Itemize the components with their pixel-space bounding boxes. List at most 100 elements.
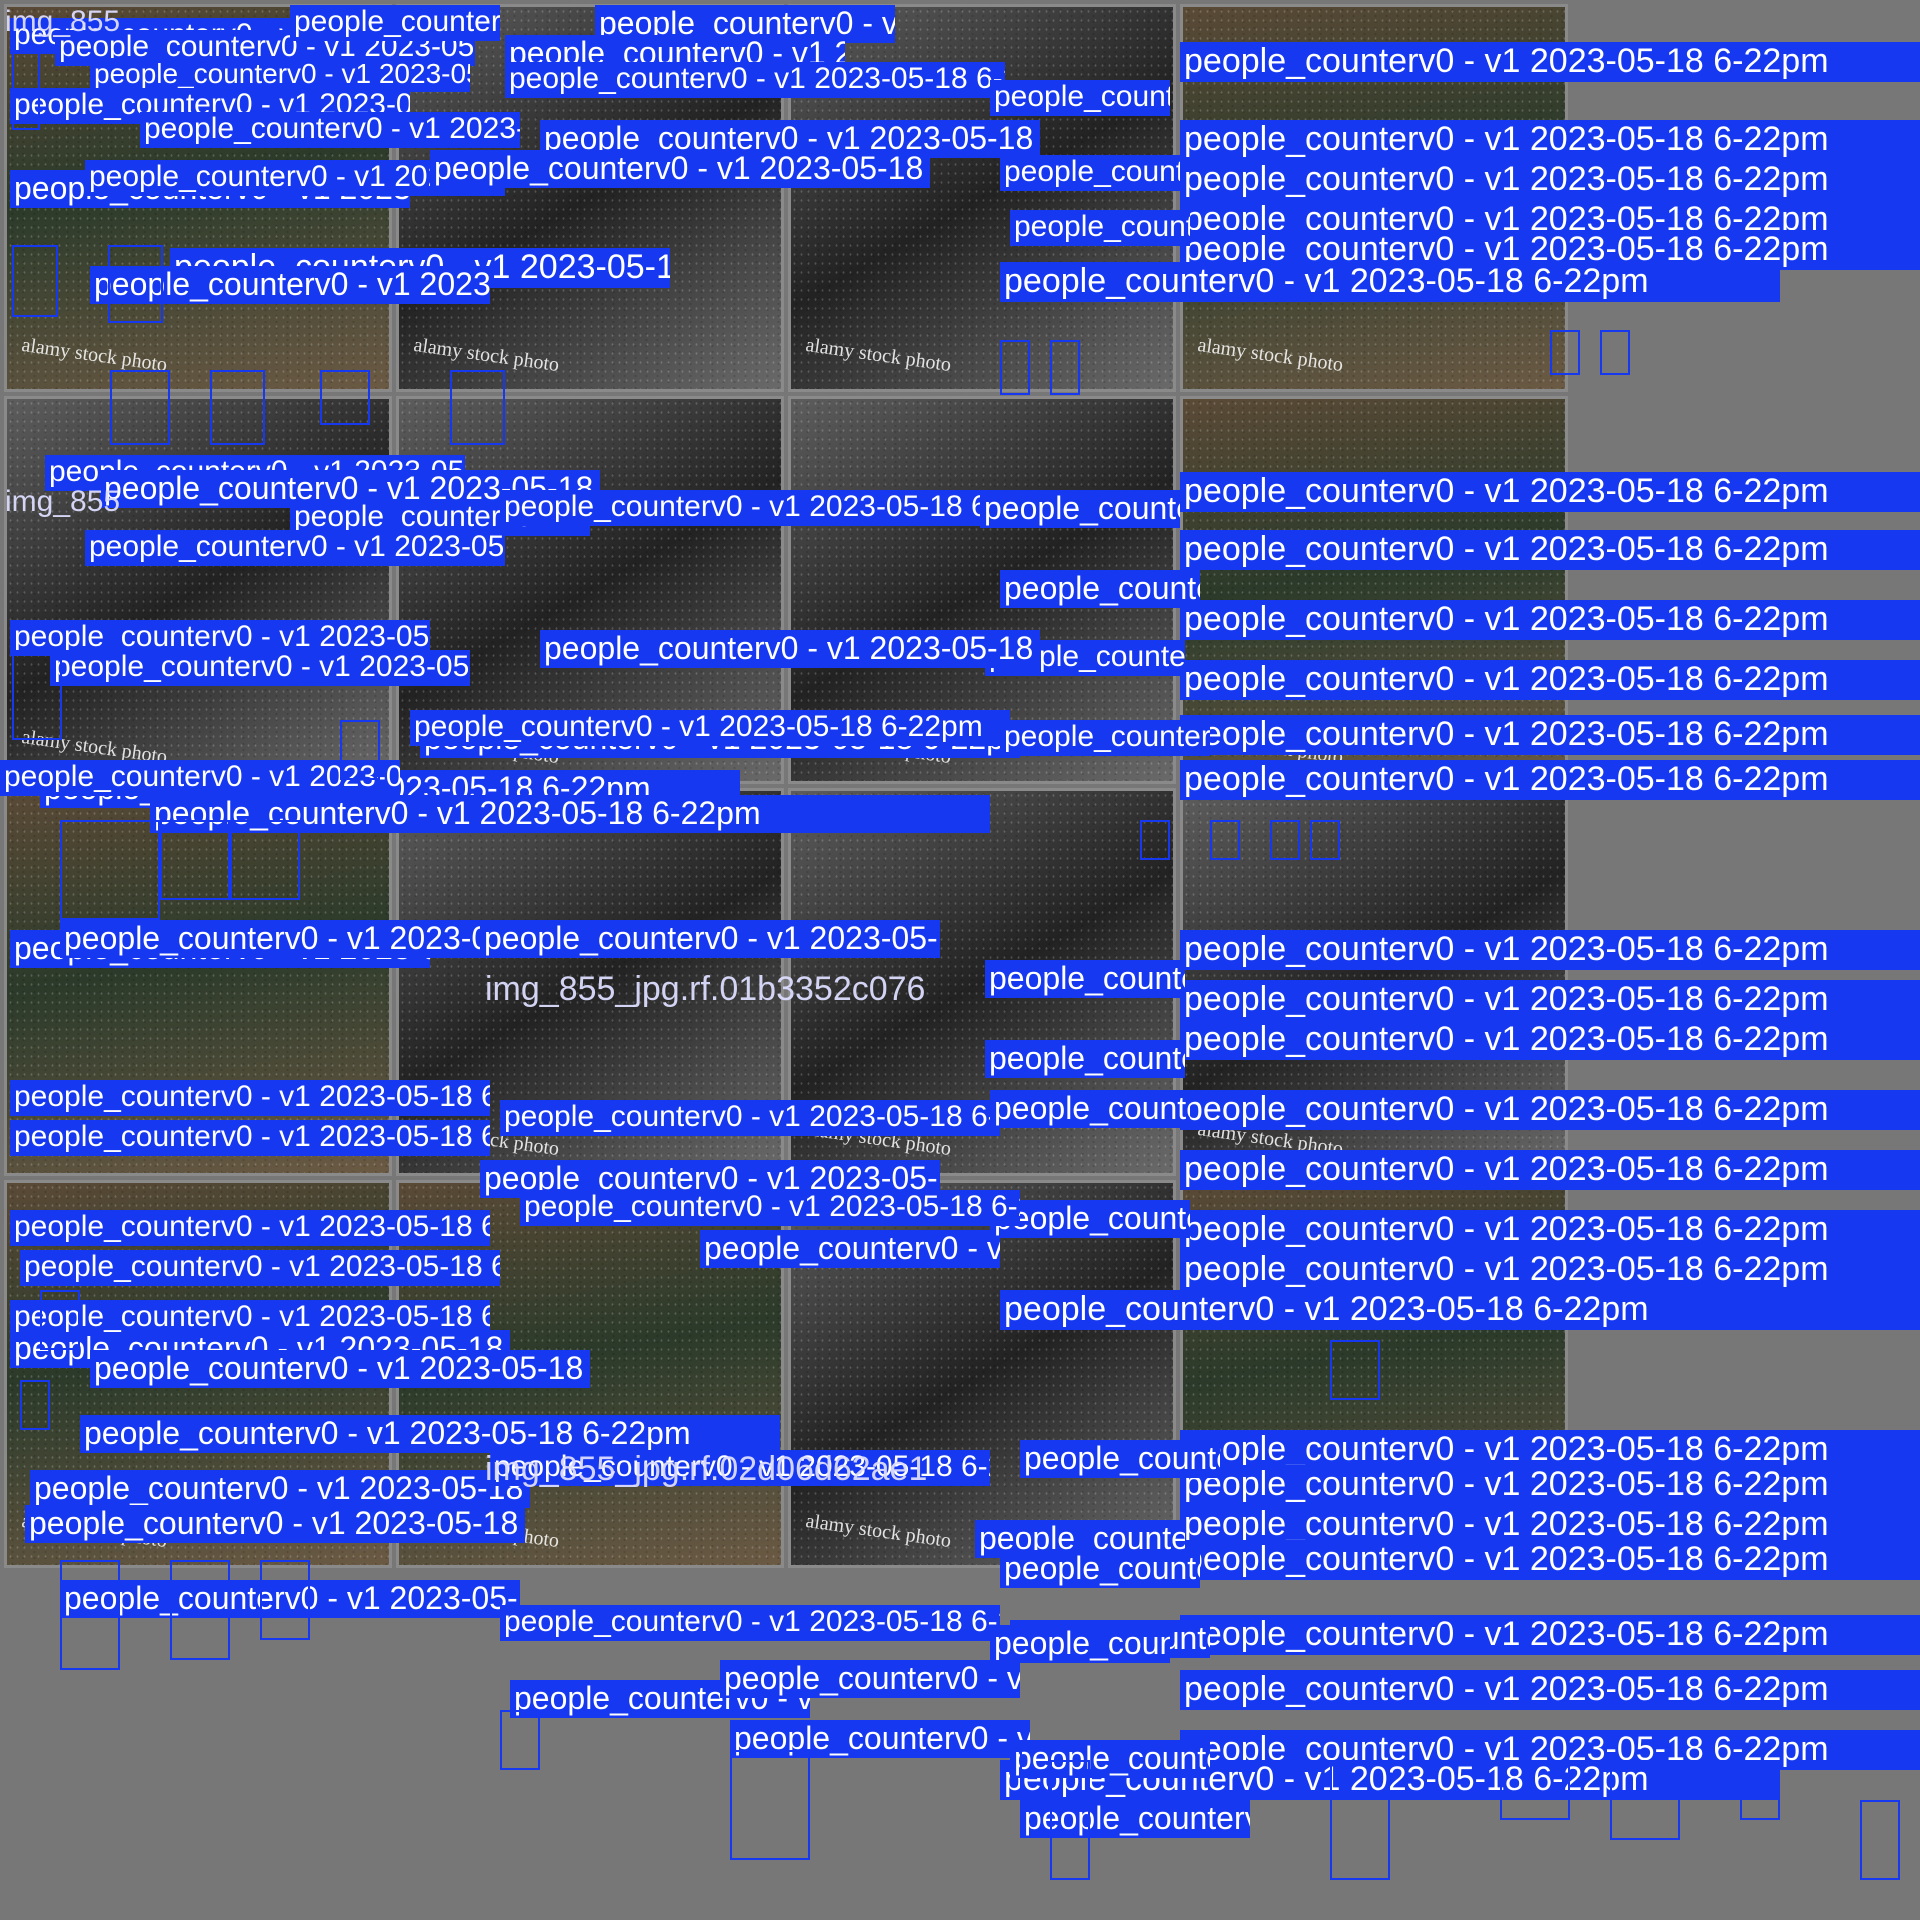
detection-label: people_counterv0 - v1 2023-05-18 6-22pm [25, 1505, 525, 1543]
bounding-box [500, 1710, 540, 1770]
detection-label: people_counterv0 - v1 2023-05-18 6-22pm [1180, 1505, 1920, 1545]
bounding-box [730, 1750, 810, 1860]
detection-label: people_counterv0 - v1 2023-05-18 6-22pm [1180, 1020, 1920, 1060]
detection-label: people_counterv0 - v1 2023-05-18 6-22pm [80, 1415, 780, 1453]
detection-label: people_counterv0 - v1 2023-05-18 6-22pm [1180, 715, 1920, 755]
detection-label: people_counterv0 - v1 2023-05-18 6-22pm [990, 1090, 1190, 1128]
detection-label: people_counterv0 - v1 2023-05-18 6-22pm [1000, 262, 1780, 302]
detection-label: people_counterv0 - v1 2023-05-18 6-22pm [10, 1120, 490, 1156]
detection-label: people_counterv0 - v1 2023-05-18 6-22pm [90, 1350, 590, 1388]
bounding-box [1020, 1740, 1050, 1800]
detection-label: people_counterv0 - v1 2023-05-18 6-22pm [50, 650, 470, 686]
bounding-box [170, 1560, 230, 1660]
detection-label: people_counterv0 - v1 2023-05-18 6-22pm [500, 1605, 1000, 1641]
image-filename: img_855_jpg.rf.01b3352c076 [485, 970, 926, 1008]
image-filename: img_855_jpg.rf.02d06d62ae1 [485, 1450, 928, 1488]
detection-label: people_counterv0 - v1 2023-05-18 6-22pm [990, 1625, 1170, 1663]
detection-label: people_counterv0 - v1 2023-05-18 6-22pm [500, 1100, 1000, 1136]
detection-label: people_counterv0 - v1 2023-05-18 6-22pm [140, 112, 520, 148]
detection-label: people_counterv0 - v1 2023-05-18 6-22pm [505, 62, 1005, 98]
bounding-box [12, 650, 62, 740]
detection-label: people_counterv0 - v1 2023-05-18 6-22pm [10, 1080, 490, 1116]
detection-label: people_counterv0 - v1 2023-05-18 6-22pm [430, 150, 930, 188]
detection-label: people_counterv0 - v1 2023-05-18 6-22pm [500, 490, 1000, 526]
bounding-box [12, 50, 40, 130]
detection-label: people_counterv0 - v1 2023-05-18 6-22pm [1180, 1465, 1920, 1505]
bounding-box [60, 1560, 120, 1670]
bounding-box [450, 370, 505, 445]
bounding-box [320, 370, 370, 425]
detection-label: people_counterv0 - v1 2023-05-18 6-22pm [1000, 720, 1210, 756]
detection-label: people_counterv0 - v1 2023-05-18 6-22pm [1000, 1290, 1920, 1330]
detection-label: people_counterv0 - v1 2023-05-18 6-22pm [980, 490, 1180, 528]
detection-label: people_counterv0 - v1 2023-05-18 6-22pm [1180, 1250, 1920, 1290]
bounding-box [1550, 330, 1580, 375]
detection-label: people_counterv0 - v1 2023-05-18 6-22pm [990, 80, 1170, 116]
bounding-box [1140, 820, 1170, 860]
detection-label: people_counterv0 - v1 2023-05-18 6-22pm [1180, 600, 1920, 640]
detection-label: people_counterv0 - v1 2023-05-18 6-22pm [1180, 1430, 1920, 1470]
bounding-box [1330, 1760, 1390, 1880]
bounding-box [1600, 330, 1630, 375]
detection-label: people_counterv0 - v1 2023-05-18 6-22pm [1180, 530, 1920, 570]
bounding-box [40, 1290, 80, 1350]
bounding-box [1860, 1800, 1900, 1880]
detection-label: people_counterv0 - v1 2023-05-18 6-22pm [60, 920, 540, 958]
bounding-box [1050, 340, 1080, 395]
detection-label: people_counterv0 - v1 2023-05-18 6-22pm [1000, 155, 1180, 191]
detection-label: people_counterv0 - v1 2023-05-18 6-22pm [30, 1470, 530, 1508]
detection-label: people_counterv0 - v1 2023-05-18 6-22pm [540, 630, 1040, 668]
detection-label: people_counterv0 - v1 2023-05-18 6-22pm [985, 1040, 1185, 1078]
bounding-box [210, 370, 265, 445]
detection-label: people_counterv0 - v1 2023-05-18 6-22pm [1180, 1150, 1920, 1190]
detection-label: people_counterv0 - v1 2023-05-18 6-22pm [20, 1250, 500, 1286]
bounding-box [260, 1560, 310, 1640]
detection-label: people_counterv0 - v1 2023-05-18 6-22pm [1180, 980, 1920, 1020]
detection-label: people_counterv0 - v1 2023-05-18 6-22pm [10, 1300, 490, 1336]
detection-label: people_counterv0 - v1 2023-05-18 6-22pm [290, 5, 500, 41]
bounding-box [1210, 820, 1240, 860]
detection-label: people_counterv0 - v1 2023-05-18 6-22pm [480, 920, 940, 958]
detection-label: people_counterv0 - v1 2023-05-18 6-22pm [985, 960, 1185, 998]
bounding-box [60, 820, 160, 920]
detection-label: people_counterv0 - v1 2023-05-18 6-22pm [1180, 472, 1920, 512]
detection-label: people_counterv0 - v1 2023-05-18 6-22pm [1180, 42, 1920, 82]
image-filename: img_855 [5, 485, 121, 518]
bounding-box [1050, 1760, 1090, 1880]
detection-label: people_counterv0 - v1 2023-05-18 6-22pm [85, 530, 505, 566]
detection-label: people_counterv0 - v1 2023-05-18 6-22pm [1010, 210, 1190, 246]
detection-label: people_counterv0 - v1 2023-05-18 6-22pm [1180, 160, 1920, 200]
detection-label: people_counterv0 - v1 2023-05-18 6-22pm [1180, 1540, 1920, 1580]
bounding-box [160, 820, 230, 900]
detection-label: people_counterv0 - v1 2023-05-18 6-22pm [1180, 120, 1920, 160]
bounding-box [1500, 1760, 1570, 1820]
detection-label: people_counterv0 - v1 2023-05-18 6-22pm [1180, 930, 1920, 970]
detection-label: people_counterv0 - v1 2023-05-18 6-22pm [700, 1230, 1000, 1268]
image-filename: img_855 [5, 5, 121, 38]
bounding-box [1270, 820, 1300, 860]
bounding-box [108, 245, 163, 323]
bounding-box [1310, 820, 1340, 860]
detection-label: people_counterv0 - v1 2023-05-18 6-22pm [1180, 1670, 1920, 1710]
detection-label: people_counterv0 - v1 2023-05-18 6-22pm [1000, 1550, 1200, 1588]
bounding-box [1610, 1760, 1680, 1840]
bounding-box [20, 1380, 50, 1430]
detection-label: people_counterv0 - v1 2023-05-18 6-22pm [90, 58, 470, 92]
detection-label: people_counterv0 - v1 2023-05-18 6-22pm [1180, 1615, 1920, 1655]
bounding-box [110, 370, 170, 445]
detection-label: people_counterv0 - v1 2023-05-18 6-22pm [1180, 760, 1920, 800]
detection-label: people_counterv0 - v1 2023-05-18 6-22pm [1180, 1090, 1920, 1130]
detection-label: people_counterv0 - v1 2023-05-18 6-22pm [1020, 1440, 1220, 1478]
bounding-box [230, 820, 300, 900]
detection-label: people_counterv0 - v1 2023-05-18 6-22pm [1000, 570, 1200, 608]
bounding-box [340, 720, 380, 780]
bounding-box [1740, 1760, 1780, 1820]
bounding-box [1000, 340, 1030, 395]
detection-label: people_counterv0 - v1 2023-05-18 6-22pm [1180, 660, 1920, 700]
bounding-box [1330, 1340, 1380, 1400]
bounding-box [12, 245, 58, 317]
detection-label: people_counterv0 - v1 2023-05-18 6-22pm [1180, 1210, 1920, 1250]
detection-label: people_counterv0 - v1 2023-05-18 6-22pm [10, 1210, 490, 1246]
detection-label: people_counterv0 - v1 2023-05-18 6-22pm [410, 710, 1010, 746]
detection-label: people_counterv0 - v1 2023-05-18 6-22pm [720, 1660, 1020, 1698]
